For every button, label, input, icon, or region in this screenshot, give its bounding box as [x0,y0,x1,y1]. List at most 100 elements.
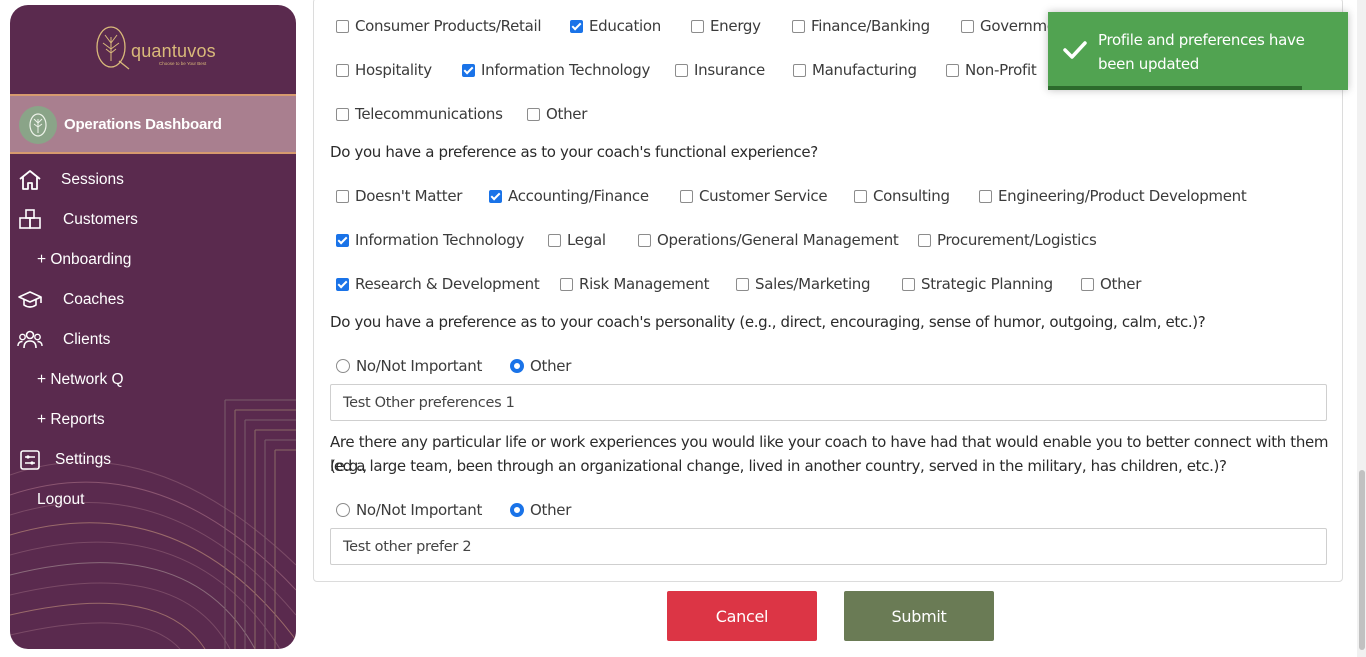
radio[interactable] [336,359,350,373]
sidebar-item-network-q[interactable]: + Network Q [10,367,296,393]
industry-option-government[interactable]: Governme [961,16,1056,36]
sidebar-item-label: Customers [63,211,138,228]
checkbox[interactable] [979,189,992,203]
checkbox[interactable] [336,63,349,77]
checkbox[interactable] [336,277,349,291]
sidebar-item-onboarding[interactable]: + Onboarding [10,247,296,273]
functional-option-legal[interactable]: Legal [548,230,606,250]
experience-option-other[interactable]: Other [510,500,571,520]
functional-option-risk-management[interactable]: Risk Management [560,274,709,294]
personality-option-not-important[interactable]: No/Not Important [336,356,482,376]
industry-option-education[interactable]: Education [570,16,661,36]
graduation-cap-icon [18,291,42,308]
checkbox[interactable] [854,189,867,203]
check-icon [1063,41,1087,59]
industry-option-consumer-products[interactable]: Consumer Products/Retail [336,16,542,36]
checkbox[interactable] [560,277,573,291]
avatar [19,106,57,144]
sidebar-item-sessions[interactable]: Sessions [10,167,296,193]
sidebar-item-label: Coaches [63,291,125,308]
sidebar-item-operations-dashboard[interactable]: Operations Dashboard [10,94,296,154]
checkbox[interactable] [527,107,540,121]
industry-option-other[interactable]: Other [527,104,587,124]
checkbox[interactable] [792,19,805,33]
sidebar-item-label: + Network Q [37,371,124,388]
industry-option-telecommunications[interactable]: Telecommunications [336,104,503,124]
boxes-icon [19,209,41,229]
functional-option-operations[interactable]: Operations/General Management [638,230,899,250]
industry-option-information-technology[interactable]: Information Technology [462,60,650,80]
functional-option-engineering[interactable]: Engineering/Product Development [979,186,1247,206]
checkbox[interactable] [570,19,583,33]
checkbox[interactable] [918,233,931,247]
personality-option-other[interactable]: Other [510,356,571,376]
sidebar-item-label: Sessions [61,171,124,188]
sidebar-item-label: Settings [55,451,112,468]
industry-option-finance[interactable]: Finance/Banking [792,16,930,36]
page-scrollbar[interactable] [1357,0,1366,657]
industry-option-energy[interactable]: Energy [691,16,761,36]
industry-option-non-profit[interactable]: Non-Profit [946,60,1037,80]
radio[interactable] [510,503,524,517]
checkbox[interactable] [1081,277,1094,291]
experience-other-input[interactable]: Test other prefer 2 [330,528,1327,565]
checkbox[interactable] [462,63,475,77]
sidebar-item-settings[interactable]: Settings [10,447,296,473]
industry-option-manufacturing[interactable]: Manufacturing [793,60,917,80]
functional-option-doesnt-matter[interactable]: Doesn't Matter [336,186,462,206]
checkbox[interactable] [489,189,502,203]
checkbox[interactable] [336,19,349,33]
functional-option-accounting[interactable]: Accounting/Finance [489,186,649,206]
checkbox[interactable] [691,19,704,33]
functional-option-information-technology[interactable]: Information Technology [336,230,524,250]
sidebar-item-label: Logout [37,491,85,508]
sidebar-item-label: Operations Dashboard [64,116,222,133]
checkbox[interactable] [961,19,974,33]
checkbox[interactable] [336,189,349,203]
experience-question-line-2: led a large team, been through an organi… [330,457,1227,475]
success-toast[interactable]: Profile and preferences have been update… [1048,12,1348,90]
industry-option-insurance[interactable]: Insurance [675,60,765,80]
checkbox[interactable] [736,277,749,291]
checkbox[interactable] [638,233,651,247]
sidebar-item-logout[interactable]: Logout [10,487,296,513]
checkbox[interactable] [946,63,959,77]
functional-option-procurement[interactable]: Procurement/Logistics [918,230,1097,250]
radio[interactable] [510,359,524,373]
functional-option-consulting[interactable]: Consulting [854,186,950,206]
cancel-button[interactable]: Cancel [667,591,817,641]
checkbox[interactable] [793,63,806,77]
sidebar-item-customers[interactable]: Customers [10,207,296,233]
radio[interactable] [336,503,350,517]
checkbox[interactable] [336,233,349,247]
functional-option-sales-marketing[interactable]: Sales/Marketing [736,274,871,294]
sidebar-item-reports[interactable]: + Reports [10,407,296,433]
brand-logo[interactable]: quantuvos Choose to be Your Best [10,5,296,93]
quantuvos-logo-icon [96,26,130,70]
checkbox[interactable] [336,107,349,121]
functional-option-other[interactable]: Other [1081,274,1141,294]
sidebar-item-clients[interactable]: Clients [10,327,296,353]
sidebar-item-label: + Reports [37,411,105,428]
toast-progress-bar [1048,86,1302,90]
checkbox[interactable] [680,189,693,203]
scrollbar-thumb[interactable] [1359,470,1365,650]
brand-name: quantuvos [131,41,216,61]
users-icon [17,330,43,349]
sidebar-item-coaches[interactable]: Coaches [10,287,296,313]
sidebar: quantuvos Choose to be Your Best Operati… [10,5,296,649]
home-icon [19,170,41,190]
checkbox[interactable] [675,63,688,77]
sidebar-item-label: Clients [63,331,111,348]
checkbox[interactable] [902,277,915,291]
functional-option-customer-service[interactable]: Customer Service [680,186,828,206]
functional-option-strategic-planning[interactable]: Strategic Planning [902,274,1053,294]
industry-option-hospitality[interactable]: Hospitality [336,60,432,80]
personality-other-input[interactable]: Test Other preferences 1 [330,384,1327,421]
checkbox[interactable] [548,233,561,247]
submit-button[interactable]: Submit [844,591,994,641]
toast-message: Profile and preferences have been update… [1098,31,1305,73]
experience-option-not-important[interactable]: No/Not Important [336,500,482,520]
settings-list-icon [20,450,40,470]
functional-option-research-development[interactable]: Research & Development [336,274,540,294]
